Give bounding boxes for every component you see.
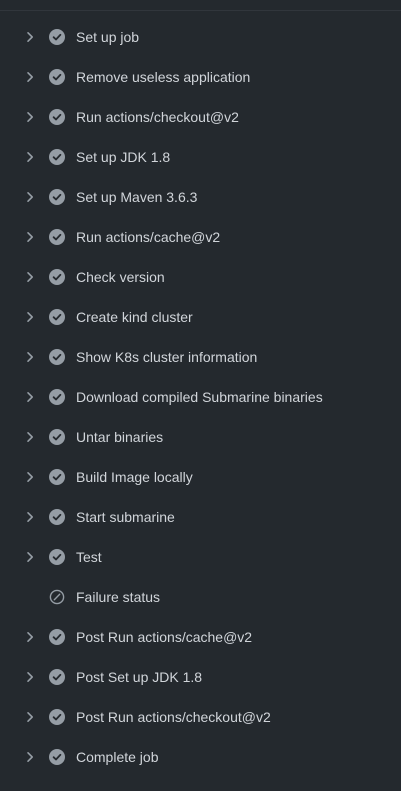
step-label: Download compiled Submarine binaries bbox=[76, 389, 323, 405]
job-step[interactable]: Create kind cluster bbox=[0, 297, 401, 337]
check-circle-icon bbox=[48, 668, 66, 686]
chevron-right-icon[interactable] bbox=[21, 188, 39, 206]
job-step: Failure status bbox=[0, 577, 401, 617]
chevron-right-icon[interactable] bbox=[21, 508, 39, 526]
job-step[interactable]: Remove useless application bbox=[0, 57, 401, 97]
check-circle-icon bbox=[48, 548, 66, 566]
job-step[interactable]: Run actions/checkout@v2 bbox=[0, 97, 401, 137]
chevron-right-icon[interactable] bbox=[21, 428, 39, 446]
step-label: Post Run actions/checkout@v2 bbox=[76, 709, 271, 725]
step-label: Post Set up JDK 1.8 bbox=[76, 669, 203, 685]
step-label: Failure status bbox=[76, 589, 161, 605]
job-step[interactable]: Test bbox=[0, 537, 401, 577]
chevron-right-icon[interactable] bbox=[21, 548, 39, 566]
check-circle-icon bbox=[48, 108, 66, 126]
step-label: Post Run actions/cache@v2 bbox=[76, 629, 253, 645]
chevron-right-icon[interactable] bbox=[21, 668, 39, 686]
check-circle-icon bbox=[48, 68, 66, 86]
chevron-right-icon[interactable] bbox=[21, 348, 39, 366]
job-step[interactable]: Build Image locally bbox=[0, 457, 401, 497]
step-label: Check version bbox=[76, 269, 165, 285]
step-label: Untar binaries bbox=[76, 429, 164, 445]
check-circle-icon bbox=[48, 228, 66, 246]
job-step[interactable]: Run actions/cache@v2 bbox=[0, 217, 401, 257]
chevron-right-icon[interactable] bbox=[21, 228, 39, 246]
step-label: Run actions/cache@v2 bbox=[76, 229, 221, 245]
step-label: Set up Maven 3.6.3 bbox=[76, 189, 198, 205]
check-circle-icon bbox=[48, 628, 66, 646]
job-steps-list: Set up job Remove useless application Run … bbox=[0, 17, 401, 777]
top-divider bbox=[0, 10, 401, 11]
skipped-icon bbox=[48, 588, 66, 606]
job-step[interactable]: Set up JDK 1.8 bbox=[0, 137, 401, 177]
chevron-right-icon[interactable] bbox=[21, 148, 39, 166]
step-label: Set up JDK 1.8 bbox=[76, 149, 171, 165]
chevron-right-icon[interactable] bbox=[21, 748, 39, 766]
check-circle-icon bbox=[48, 508, 66, 526]
step-label: Start submarine bbox=[76, 509, 175, 525]
job-step[interactable]: Post Set up JDK 1.8 bbox=[0, 657, 401, 697]
chevron-right-icon[interactable] bbox=[21, 68, 39, 86]
check-circle-icon bbox=[48, 748, 66, 766]
check-circle-icon bbox=[48, 308, 66, 326]
chevron-right-icon[interactable] bbox=[21, 628, 39, 646]
chevron-right-icon[interactable] bbox=[21, 708, 39, 726]
check-circle-icon bbox=[48, 28, 66, 46]
job-step[interactable]: Post Run actions/cache@v2 bbox=[0, 617, 401, 657]
chevron-right-icon[interactable] bbox=[21, 388, 39, 406]
chevron-right-icon[interactable] bbox=[21, 28, 39, 46]
job-step[interactable]: Show K8s cluster information bbox=[0, 337, 401, 377]
check-circle-icon bbox=[48, 348, 66, 366]
check-circle-icon bbox=[48, 188, 66, 206]
chevron-right-icon[interactable] bbox=[21, 468, 39, 486]
check-circle-icon bbox=[48, 268, 66, 286]
check-circle-icon bbox=[48, 148, 66, 166]
step-label: Show K8s cluster information bbox=[76, 349, 258, 365]
chevron-right-icon[interactable] bbox=[21, 308, 39, 326]
chevron-right-icon[interactable] bbox=[21, 268, 39, 286]
job-step[interactable]: Set up Maven 3.6.3 bbox=[0, 177, 401, 217]
step-label: Create kind cluster bbox=[76, 309, 193, 325]
job-step[interactable]: Post Run actions/checkout@v2 bbox=[0, 697, 401, 737]
job-step[interactable]: Untar binaries bbox=[0, 417, 401, 457]
check-circle-icon bbox=[48, 708, 66, 726]
check-circle-icon bbox=[48, 468, 66, 486]
step-label: Build Image locally bbox=[76, 469, 193, 485]
step-label: Complete job bbox=[76, 749, 159, 765]
job-step[interactable]: Start submarine bbox=[0, 497, 401, 537]
step-label: Remove useless application bbox=[76, 69, 251, 85]
chevron-right-icon[interactable] bbox=[21, 108, 39, 126]
job-step[interactable]: Check version bbox=[0, 257, 401, 297]
check-circle-icon bbox=[48, 428, 66, 446]
job-step[interactable]: Complete job bbox=[0, 737, 401, 777]
step-label: Run actions/checkout@v2 bbox=[76, 109, 239, 125]
step-label: Set up job bbox=[76, 29, 140, 45]
check-circle-icon bbox=[48, 388, 66, 406]
job-step[interactable]: Download compiled Submarine binaries bbox=[0, 377, 401, 417]
job-step[interactable]: Set up job bbox=[0, 17, 401, 57]
step-label: Test bbox=[76, 549, 102, 565]
